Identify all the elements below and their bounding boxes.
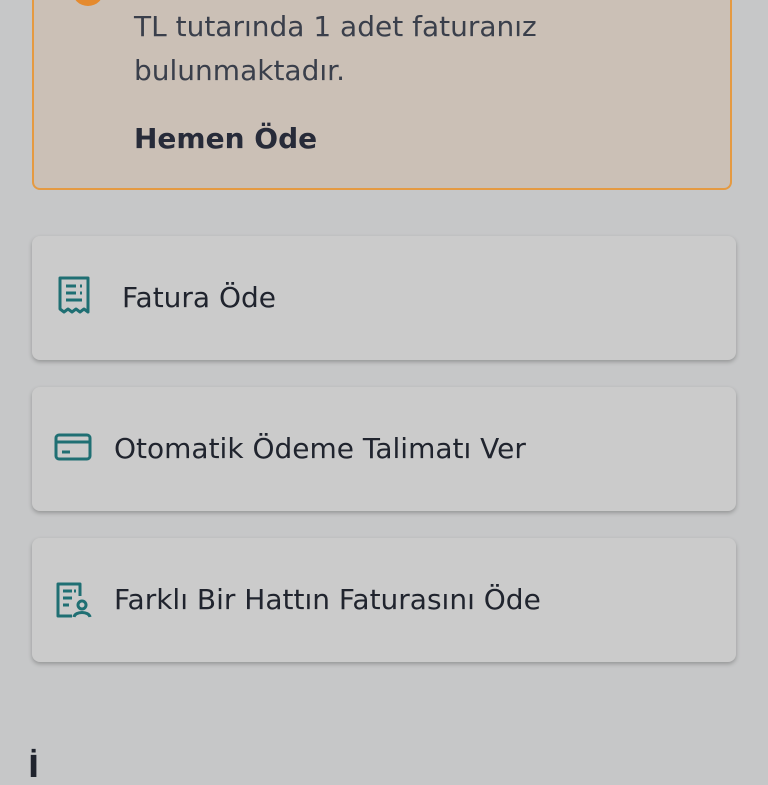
pay-other-line-bill-button[interactable]: Farklı Bir Hattın Faturasını Öde xyxy=(32,538,736,662)
credit-card-icon xyxy=(54,433,92,461)
notice-message-line-1: TL tutarında 1 adet faturanız xyxy=(134,10,537,43)
warning-icon xyxy=(72,0,104,6)
pay-bill-label: Fatura Öde xyxy=(122,281,277,314)
pay-other-line-bill-label: Farklı Bir Hattın Faturasını Öde xyxy=(114,583,541,616)
bill-user-icon xyxy=(56,582,92,618)
pay-now-button[interactable]: Hemen Öde xyxy=(134,122,317,155)
receipt-icon xyxy=(58,276,90,314)
notice-message-line-2: bulunmaktadır. xyxy=(134,54,345,87)
unpaid-bill-notice: TL tutarında 1 adet faturanız bulunmakta… xyxy=(32,0,732,190)
pay-bill-button[interactable]: Fatura Öde xyxy=(32,236,736,360)
notice-message: TL tutarında 1 adet faturanız bulunmakta… xyxy=(134,5,694,93)
auto-payment-label: Otomatik Ödeme Talimatı Ver xyxy=(114,432,526,465)
auto-payment-button[interactable]: Otomatik Ödeme Talimatı Ver xyxy=(32,387,736,511)
